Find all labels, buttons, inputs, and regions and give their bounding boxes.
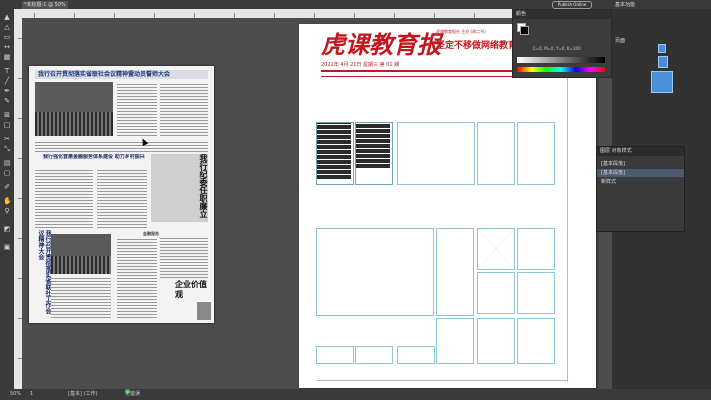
direct-selection-tool-icon[interactable]: △ [3,23,11,31]
page-number[interactable]: 1 [30,389,33,400]
newspaper-text-column [160,82,208,136]
stroke-swatch[interactable] [520,26,529,35]
placeholder-text-block [356,123,390,168]
vertical-ruler[interactable] [14,18,22,389]
text-frame[interactable] [436,228,474,316]
document-tab-bar: *未标题-1 @ 50% × Publish Online 基本功能 [0,0,711,9]
document-tab[interactable]: *未标题-1 @ 50% × [22,1,68,9]
text-frame[interactable] [355,346,393,364]
placed-newspaper-image[interactable]: 我行召开贯彻落实省联社会议精神暨动员誓师大会 我行强化普惠金融服务体系建设 助力… [29,66,214,323]
newspaper-text-column [117,82,157,136]
gradient-tool-icon[interactable]: ▤ [3,159,11,167]
placeholder-text-block [317,123,351,179]
masthead-top-note: 虎课教育报社 主办 (周二刊) [436,29,486,34]
styles-panel-tab[interactable]: 图层 对象样式 [597,147,684,156]
newspaper-vertical-headline: 我行召开贯彻落实省联社工作会议精神大会 [37,230,51,314]
newspaper-text-column [51,278,111,318]
page-thumbnail[interactable] [658,56,668,68]
page-thumbnail[interactable] [651,71,673,93]
workspace-switcher[interactable]: 基本功能 [615,1,635,9]
note-tool-icon[interactable]: ▢ [3,169,11,177]
newspaper-text-column [35,140,208,152]
newspaper-section-label: 金融服务 [143,231,159,236]
image-frame[interactable] [517,228,555,270]
margin-guide [317,380,567,381]
tint-ramp[interactable] [517,57,605,63]
newspaper-photo [35,82,113,136]
status-bar: 50% 1 [基本] (工作) 无错误 [0,389,711,400]
text-frame[interactable] [316,346,354,364]
style-item-selected[interactable]: [基本段落] [597,169,684,177]
masthead-dateline[interactable]: 2021年 4月 21日 星期三 第 01 期 [321,61,399,68]
style-group-label[interactable]: [基本段落] [597,160,684,168]
newspaper-text-column [35,168,93,228]
margin-guide [567,72,568,382]
zoom-level[interactable]: 50% [10,389,21,400]
color-spectrum[interactable] [517,67,605,72]
image-frame[interactable] [517,122,555,185]
image-frame[interactable] [477,228,515,270]
newspaper-side-title: 我行纪委任职廉立 [199,154,208,218]
content-collector-icon[interactable]: ▦ [3,53,11,61]
text-frame[interactable] [436,318,474,364]
image-frame[interactable] [477,272,515,314]
eyedropper-tool-icon[interactable]: ✐ [3,183,11,191]
hand-tool-icon[interactable]: ✋ [3,197,12,205]
newspaper-subheadline: 我行强化普惠金融服务体系建设 助力乡村振兴 [43,154,145,160]
newspaper-headline: 我行召开贯彻落实省联社会议精神暨动员誓师大会 [35,70,208,79]
newspaper-text-column [97,168,147,228]
newspaper-masthead[interactable]: 虎课教育报 [321,31,441,59]
style-item[interactable]: 新样式 [597,178,684,186]
publish-online-button[interactable]: Publish Online [552,1,592,9]
tools-panel: ▲ △ ▭ ↔ ▦ T ╱ ✒ ✎ ⊠ □ ✂ ⤡ ▤ ▢ ✐ ✋ ⚲ ◩ ▣ [0,9,14,389]
text-frame[interactable] [397,346,435,364]
zoom-tool-icon[interactable]: ⚲ [3,207,11,215]
preflight-profile[interactable]: [基本] (工作) [68,389,97,400]
newspaper-text-column [160,238,208,278]
pages-panel-label[interactable]: 页面 [615,37,625,44]
free-transform-tool-icon[interactable]: ⤡ [3,145,11,153]
newspaper-text-column [117,238,157,318]
selection-tool-icon[interactable]: ▲ [3,13,11,21]
rectangle-frame-tool-icon[interactable]: ⊠ [3,111,11,119]
pen-tool-icon[interactable]: ✒ [3,87,11,95]
rectangle-tool-icon[interactable]: □ [3,121,11,129]
page-tool-icon[interactable]: ▭ [3,33,11,41]
fill-stroke-icon[interactable]: ◩ [3,225,11,233]
pencil-tool-icon[interactable]: ✎ [3,97,11,105]
image-frame[interactable] [397,122,475,185]
image-frame[interactable] [517,318,555,364]
masthead-slogan[interactable]: 坚定不移做网络教育 [436,38,517,51]
color-panel-tab[interactable]: 颜色 [513,10,611,19]
newspaper-graphic [197,302,211,320]
text-frame[interactable] [316,228,434,316]
paragraph-styles-panel[interactable]: 图层 对象样式 [基本段落] [基本段落] 新样式 [596,146,685,232]
line-tool-icon[interactable]: ╱ [3,77,11,85]
pages-thumbnails[interactable] [651,44,673,94]
page-thumbnail[interactable] [658,44,666,53]
image-frame[interactable] [517,272,555,314]
type-tool-icon[interactable]: T [3,67,11,75]
scissors-tool-icon[interactable]: ✂ [3,135,11,143]
image-frame[interactable] [477,122,515,185]
image-frame[interactable] [477,318,515,364]
color-panel[interactable]: 颜色 C=0, M=0, Y=0, K=100 [512,9,612,78]
view-mode-icon[interactable]: ▣ [3,243,11,251]
color-values: C=0, M=0, Y=0, K=100 [533,46,581,51]
newspaper-value-title: 企业价值观 [175,280,207,299]
gap-tool-icon[interactable]: ↔ [3,43,11,51]
newspaper-photo-2 [51,234,111,274]
